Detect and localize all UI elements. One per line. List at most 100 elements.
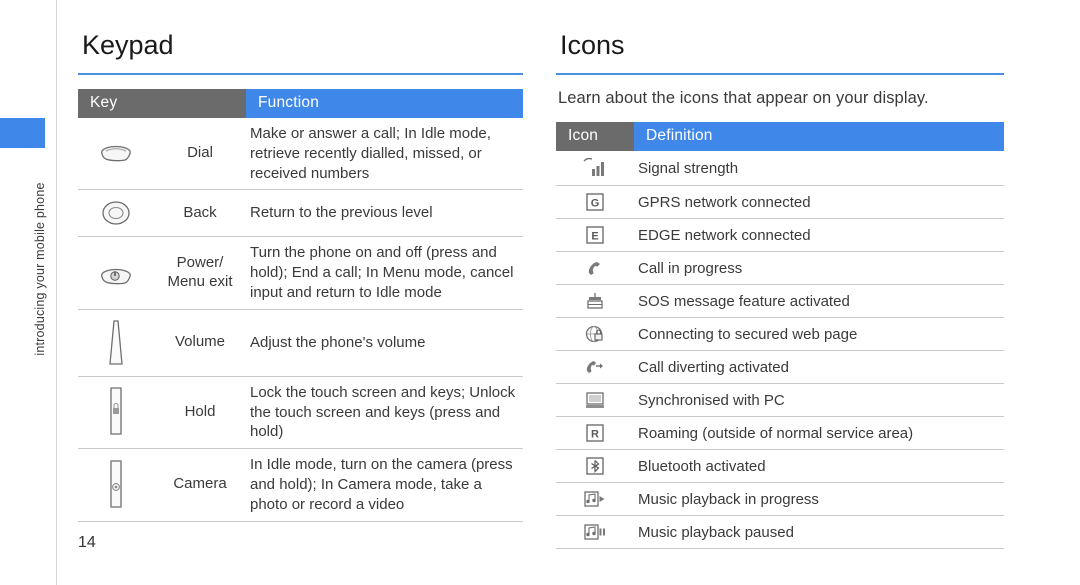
icons-table: Icon Definition Signal strength G GPRS n… [556,122,1004,549]
icon-definition: Signal strength [634,151,1004,186]
gprs-network-icon: G [560,192,630,212]
music-playback-icon [560,489,630,509]
key-name: Camera [154,448,246,522]
key-icon-cell [78,376,154,450]
icons-table-header-row: Icon Definition [556,122,1004,151]
icon-cell [556,449,634,483]
icons-title-rule [556,73,1004,75]
key-icon-cell [78,309,154,377]
key-name: Dial [154,118,246,191]
key-function: Lock the touch screen and keys; Unlock t… [246,376,523,450]
call-diverting-icon [560,357,630,377]
key-function: Adjust the phone's volume [246,309,523,377]
icon-cell [556,151,634,186]
bluetooth-icon [560,456,630,476]
hold-key-icon [82,384,150,440]
table-row: G GPRS network connected [556,185,1004,219]
music-paused-icon [560,522,630,542]
page-number: 14 [78,534,96,551]
key-name: Volume [154,309,246,377]
key-name-line1: Power/ [176,254,224,272]
table-row: Call diverting activated [556,350,1004,384]
svg-text:G: G [591,198,600,210]
icon-cell [556,317,634,351]
icon-definition: Bluetooth activated [634,449,1004,483]
keypad-header-function: Function [246,89,523,118]
key-icon-cell [78,118,154,191]
icons-header-definition: Definition [634,122,1004,151]
icon-cell [556,383,634,417]
key-icon-cell [78,236,154,310]
call-in-progress-icon [560,258,630,278]
synchronised-pc-icon [560,390,630,410]
key-name: Power/ Menu exit [154,236,246,310]
dial-key-icon [82,137,150,171]
icon-cell [556,284,634,318]
icon-cell: G [556,185,634,219]
key-function: Return to the previous level [246,189,523,238]
key-function: Make or answer a call; In Idle mode, ret… [246,118,523,191]
icons-header-icon: Icon [556,122,634,151]
roaming-icon: R [560,423,630,443]
table-row: Synchronised with PC [556,383,1004,417]
svg-text:R: R [591,429,599,441]
icon-cell [556,350,634,384]
icons-section: Icons Learn about the icons that appear … [556,30,1004,549]
table-row: E EDGE network connected [556,218,1004,252]
camera-key-icon [82,457,150,513]
icons-title: Icons [560,30,625,60]
keypad-title: Keypad [82,30,174,60]
key-name: Hold [154,376,246,450]
table-row: Call in progress [556,251,1004,285]
table-row: Back Return to the previous level [78,189,523,238]
table-row: Music playback paused [556,515,1004,549]
svg-text:E: E [591,231,598,243]
table-row: Power/ Menu exit Turn the phone on and o… [78,236,523,310]
table-row: R Roaming (outside of normal service are… [556,416,1004,450]
keypad-header-key: Key [78,89,246,118]
key-icon-cell [78,189,154,238]
key-name: Back [154,189,246,238]
icon-cell: E [556,218,634,252]
volume-key-icon [82,316,150,370]
back-key-icon [82,196,150,230]
table-row: SOS message feature activated [556,284,1004,318]
keypad-table: Key Function Dial Make or answer a call;… [78,89,523,522]
keypad-section: Keypad Key Function Dial Make or answer … [78,30,523,522]
signal-strength-icon [560,157,630,179]
table-row: Volume Adjust the phone's volume [78,309,523,377]
document-page: introducing your mobile phone Keypad Key… [0,0,1080,585]
table-row: Bluetooth activated [556,449,1004,483]
key-icon-cell [78,448,154,522]
key-function: Turn the phone on and off (press and hol… [246,236,523,310]
icon-cell [556,482,634,516]
icon-definition: Synchronised with PC [634,383,1004,417]
secured-web-page-icon [560,324,630,344]
icon-definition: Music playback in progress [634,482,1004,516]
key-name-line2: Menu exit [167,273,233,291]
page-margin-rule [56,0,57,585]
icon-definition: Call diverting activated [634,350,1004,384]
icon-definition: Roaming (outside of normal service area) [634,416,1004,450]
icon-definition: Music playback paused [634,515,1004,549]
keypad-table-header-row: Key Function [78,89,523,118]
icon-definition: EDGE network connected [634,218,1004,252]
icon-cell [556,515,634,549]
icons-intro-text: Learn about the icons that appear on you… [558,89,929,107]
table-row: Connecting to secured web page [556,317,1004,351]
icon-definition: Connecting to secured web page [634,317,1004,351]
key-function: In Idle mode, turn on the camera (press … [246,448,523,522]
section-color-tab [0,118,45,148]
table-row: Hold Lock the touch screen and keys; Unl… [78,376,523,450]
icon-definition: Call in progress [634,251,1004,285]
section-side-label: introducing your mobile phone [33,182,47,356]
table-row: Music playback in progress [556,482,1004,516]
icon-definition: GPRS network connected [634,185,1004,219]
table-row: Signal strength [556,151,1004,186]
keypad-title-rule [78,73,523,75]
edge-network-icon: E [560,225,630,245]
icon-cell: R [556,416,634,450]
sos-message-icon [560,291,630,311]
power-menu-exit-key-icon [82,256,150,290]
table-row: Dial Make or answer a call; In Idle mode… [78,118,523,191]
